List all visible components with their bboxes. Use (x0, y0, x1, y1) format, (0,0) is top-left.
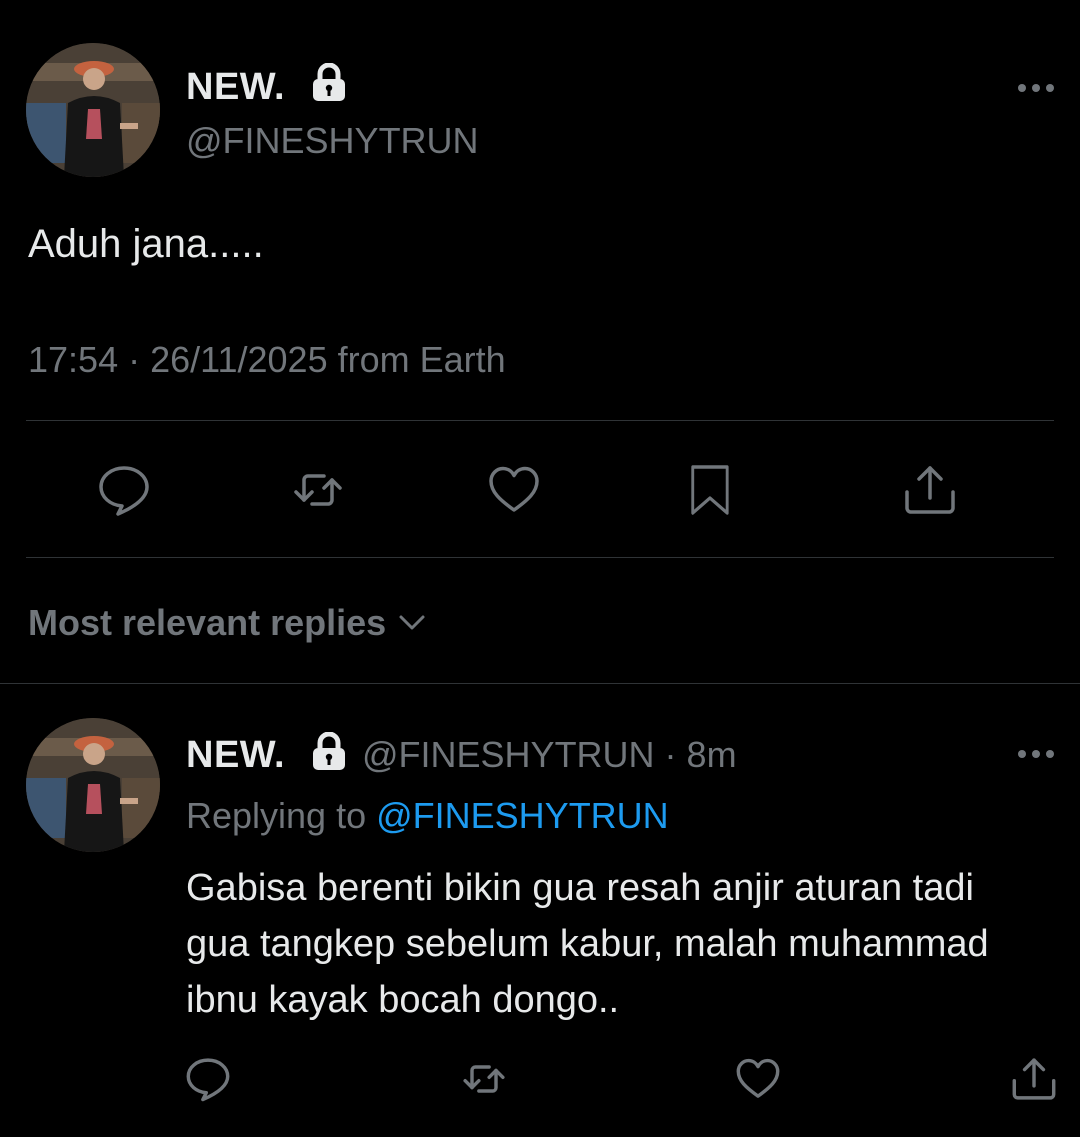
tweet-timestamp[interactable]: 17:54 · 26/11/2025 from Earth (28, 339, 506, 381)
share-button[interactable] (1006, 1051, 1062, 1107)
retweet-icon (463, 1065, 505, 1093)
more-horizontal-icon[interactable] (1016, 748, 1056, 760)
divider (26, 420, 1054, 421)
divider (0, 683, 1080, 684)
retweet-button[interactable] (290, 462, 346, 518)
share-icon (1012, 1058, 1056, 1100)
display-name[interactable]: NEW. (186, 734, 285, 777)
replying-mention-link[interactable]: @FINESHYTRUN (376, 795, 669, 836)
avatar[interactable] (26, 718, 160, 852)
tweet-text: Aduh jana..... (28, 222, 264, 266)
share-button[interactable] (902, 462, 958, 518)
more-horizontal-icon[interactable] (1016, 82, 1056, 94)
retweet-button[interactable] (456, 1051, 512, 1107)
replying-to: Replying to @FINESHYTRUN (186, 795, 669, 837)
divider (26, 557, 1054, 558)
reply-icon (186, 1058, 230, 1102)
reply-button[interactable] (180, 1051, 236, 1107)
reply-sort-selector[interactable]: Most relevant replies (28, 602, 428, 644)
retweet-icon (294, 474, 342, 506)
reply-text: Gabisa berenti bikin gua resah anjir atu… (186, 867, 989, 1021)
bookmark-icon (691, 465, 729, 515)
lock-icon (313, 732, 345, 770)
avatar-photo (26, 43, 160, 177)
share-icon (905, 466, 955, 514)
handle[interactable]: @FINESHYTRUN (186, 120, 479, 162)
replying-prefix: Replying to (186, 795, 367, 836)
reply-handle-time[interactable]: @FINESHYTRUN · 8m (362, 734, 737, 776)
avatar[interactable] (26, 43, 160, 177)
heart-icon (736, 1058, 780, 1098)
sort-label: Most relevant replies (28, 602, 387, 643)
chevron-down-icon (399, 615, 425, 630)
lock-icon (313, 63, 345, 101)
avatar-photo (26, 718, 160, 852)
display-name[interactable]: NEW. (186, 66, 285, 109)
tweet-detail-page: NEW. @FINESHYTRUN Aduh jana..... 17:54 ·… (0, 0, 1080, 1137)
bookmark-button[interactable] (682, 462, 738, 518)
reply-icon (99, 466, 149, 516)
heart-icon (489, 466, 539, 512)
reply-button[interactable] (96, 462, 152, 518)
like-button[interactable] (730, 1051, 786, 1107)
like-button[interactable] (486, 462, 542, 518)
